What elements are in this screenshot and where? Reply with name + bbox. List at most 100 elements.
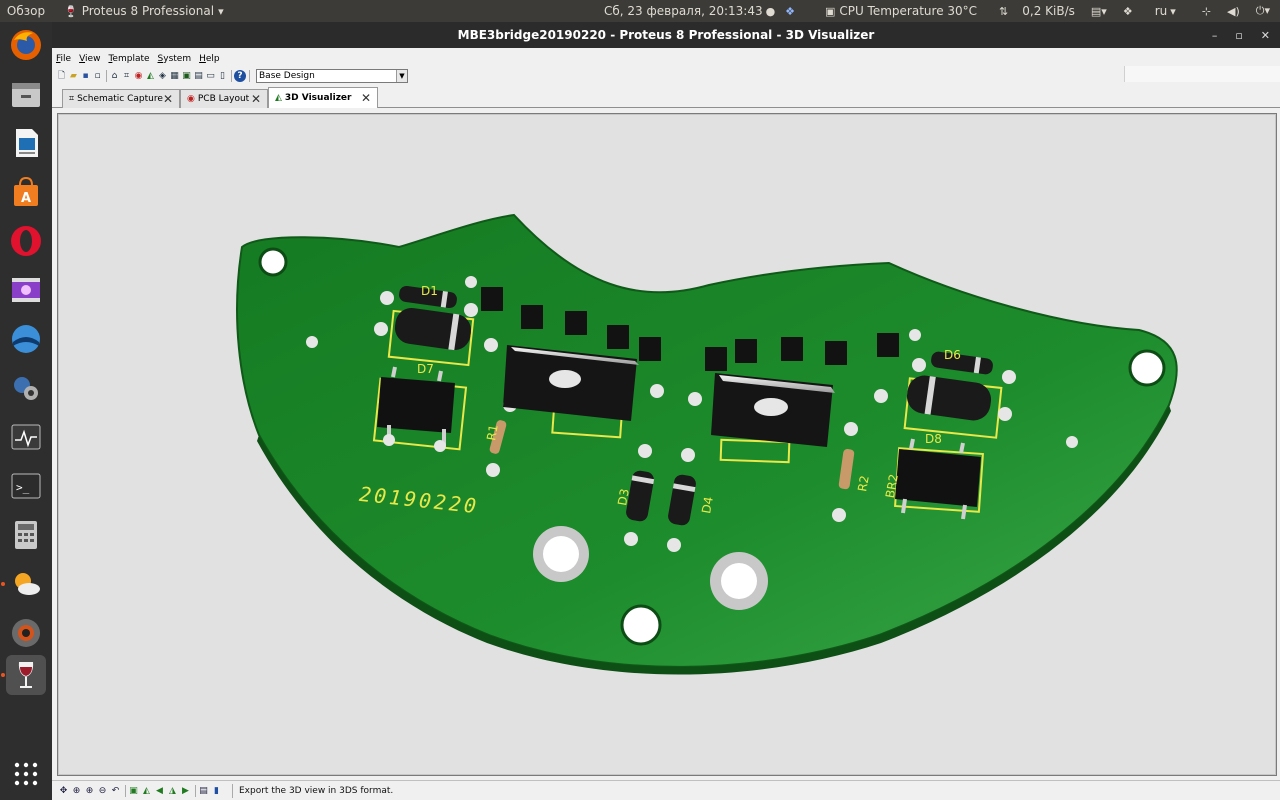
silk-label-r2: R2 (855, 474, 872, 492)
activities-button[interactable]: Обзор (0, 0, 52, 22)
view-left-icon[interactable]: ◀ (154, 785, 165, 797)
3d-viewport[interactable]: D1 D7 R1 D3 D4 R2 D6 D8 BR2 20190220 (59, 115, 1275, 774)
bom-icon[interactable]: ▦ (169, 70, 180, 82)
clock[interactable]: Сб, 23 февраля, 20:13:43 ● (598, 0, 785, 22)
dropbox-tray[interactable]: ❖ (1117, 0, 1143, 22)
pad (434, 440, 446, 452)
save-project-icon[interactable]: ▪ (80, 70, 91, 82)
view-back-icon[interactable]: ◮ (167, 785, 178, 797)
dock-app-globe[interactable] (6, 319, 46, 359)
menu-file[interactable]: File (56, 54, 71, 64)
firefox-icon (11, 30, 41, 60)
cpu-indicator[interactable]: ▣ CPU Temperature 30°C (819, 0, 983, 22)
schematic-icon[interactable]: ⌗ (121, 70, 132, 82)
notes-icon[interactable]: ▯ (217, 70, 228, 82)
transistor (825, 341, 847, 365)
dock-firefox[interactable] (6, 25, 46, 65)
document-icon (16, 129, 38, 157)
dock-opera[interactable] (6, 221, 46, 261)
3d-icon: ◭ (275, 93, 282, 103)
app-menu[interactable]: 🍷 Proteus 8 Professional ▾ (58, 0, 234, 22)
power-menu[interactable]: ⏻▾ (1250, 0, 1280, 22)
tab-pcb-layout[interactable]: ◉ PCB Layout ✕ (180, 89, 268, 108)
pad (909, 329, 921, 341)
dock: A >_ (0, 22, 52, 800)
dock-monitor[interactable] (6, 417, 46, 457)
3d-icon[interactable]: ◭ (145, 70, 156, 82)
close-project-icon[interactable]: ▫ (92, 70, 103, 82)
power-icon: ⏻▾ (1255, 4, 1270, 17)
lang-indicator[interactable]: ru ▾ (1149, 0, 1186, 22)
dropdown-arrow-icon[interactable]: ▼ (396, 70, 407, 82)
close-icon[interactable]: ✕ (251, 92, 261, 106)
transistor (735, 339, 757, 363)
menu-view[interactable]: View (79, 54, 100, 64)
window-title: MBE3bridge20190220 - Proteus 8 Professio… (457, 28, 875, 42)
menu-template[interactable]: Template (108, 54, 149, 64)
minimize-button[interactable]: – (1212, 29, 1218, 42)
toolbar-separator (195, 784, 196, 797)
dock-proteus[interactable] (6, 655, 46, 695)
dock-weather[interactable] (6, 564, 46, 604)
ic-bridge-br2 (895, 449, 981, 507)
pcb-icon[interactable]: ◉ (133, 70, 144, 82)
updown-arrows-icon: ⇅ (999, 4, 1009, 18)
dock-app-camera[interactable] (6, 613, 46, 653)
open-project-icon[interactable]: ▰ (68, 70, 79, 82)
design-variant-select[interactable]: Base Design ▼ (256, 69, 408, 83)
dock-software[interactable]: A (6, 172, 46, 212)
view-right-icon[interactable]: ▶ (180, 785, 191, 797)
silk-label-r1: R1 (484, 423, 501, 441)
toolbar-spacer (1124, 66, 1280, 82)
gerber-icon[interactable]: ◈ (157, 70, 168, 82)
dock-calculator[interactable] (6, 515, 46, 555)
pad (464, 303, 478, 317)
transistor (877, 333, 899, 357)
tab-3d-visualizer[interactable]: ◭ 3D Visualizer ✕ (268, 87, 378, 108)
debug-icon[interactable]: ▣ (181, 70, 192, 82)
export-3ds-icon[interactable]: ▮ (211, 785, 222, 797)
close-button[interactable]: ✕ (1261, 29, 1270, 42)
volume-menu[interactable]: ◀) (1221, 0, 1250, 22)
view-top-icon[interactable]: ▣ (128, 785, 139, 797)
network-menu[interactable]: ⊹ (1196, 0, 1221, 22)
dropbox-indicator[interactable]: ❖ (779, 0, 805, 22)
zoom-icon[interactable]: ⊕ (71, 785, 82, 797)
pan-icon[interactable]: ✥ (58, 785, 69, 797)
calculator-icon (15, 521, 37, 549)
dock-app-settings[interactable] (6, 368, 46, 408)
ic-bridge-left (377, 377, 455, 433)
zoom-out-icon[interactable]: ⊖ (97, 785, 108, 797)
menu-system[interactable]: System (158, 54, 192, 64)
svg-text:>_: >_ (16, 481, 30, 494)
show-applications-button[interactable] (6, 754, 46, 794)
tab-schematic-capture[interactable]: ⌗ Schematic Capture ✕ (62, 89, 180, 108)
regulator-hole (754, 398, 788, 416)
dock-video[interactable] (6, 270, 46, 310)
zoom-in-icon[interactable]: ⊕ (84, 785, 95, 797)
lang-text: ru (1154, 4, 1168, 18)
menu-help[interactable]: Help (199, 54, 220, 64)
undo-view-icon[interactable]: ↶ (110, 785, 121, 797)
pcb-3d-render[interactable]: D1 D7 R1 D3 D4 R2 D6 D8 BR2 20190220 (59, 115, 1275, 774)
design-explorer-icon[interactable]: ▭ (205, 70, 216, 82)
help-icon[interactable]: ? (234, 70, 246, 82)
new-project-icon[interactable]: 🗋 (56, 70, 67, 82)
pcb-icon: ◉ (187, 94, 195, 104)
export-3d-icon[interactable]: ▤ (198, 785, 209, 797)
source-icon[interactable]: ▤ (193, 70, 204, 82)
dock-terminal[interactable]: >_ (6, 466, 46, 506)
keyboard-indicator[interactable]: ▤▾ (1085, 0, 1117, 22)
dock-files[interactable] (6, 74, 46, 114)
net-indicator[interactable]: ⇅ 0,2 KiB/s (993, 0, 1081, 22)
toolbar-separator (249, 70, 250, 82)
transistor (607, 325, 629, 349)
home-icon[interactable]: ⌂ (109, 70, 120, 82)
maximize-button[interactable]: ▫ (1235, 29, 1242, 42)
view-front-icon[interactable]: ◭ (141, 785, 152, 797)
dock-writer[interactable] (6, 123, 46, 163)
weather-icon (15, 573, 40, 595)
close-icon[interactable]: ✕ (361, 91, 371, 105)
close-icon[interactable]: ✕ (163, 92, 173, 106)
window-titlebar[interactable]: MBE3bridge20190220 - Proteus 8 Professio… (52, 22, 1280, 48)
